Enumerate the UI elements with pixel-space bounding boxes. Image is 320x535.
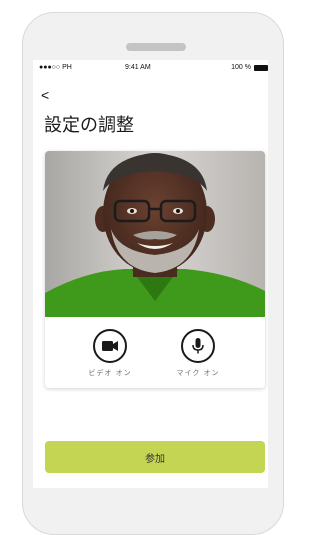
preview-card: ビデオ オン マイク オン	[45, 151, 265, 388]
mic-toggle-button[interactable]	[181, 329, 215, 363]
mic-toggle[interactable]: マイク オン	[163, 329, 233, 378]
battery-percent: 100 %	[231, 64, 251, 71]
battery-icon	[254, 64, 268, 71]
participant-video-preview	[45, 151, 265, 317]
video-toggle-label: ビデオ オン	[88, 369, 132, 377]
join-button[interactable]: 参加	[45, 441, 265, 473]
phone-speaker	[126, 43, 186, 51]
status-time: 9:41 AM	[125, 64, 151, 71]
microphone-icon	[192, 338, 204, 354]
mic-toggle-label: マイク オン	[176, 369, 220, 377]
carrier-signal: ●●●○○ PH	[39, 64, 72, 71]
video-toggle-button[interactable]	[93, 329, 127, 363]
video-camera-icon	[102, 341, 118, 351]
app-screen: ●●●○○ PH 9:41 AM 100 % < 設定の調整 ビデオ オン マイ…	[33, 60, 268, 488]
page-title: 設定の調整	[44, 115, 134, 136]
back-button[interactable]: <	[41, 88, 49, 102]
status-bar: ●●●○○ PH 9:41 AM 100 %	[33, 60, 268, 74]
video-toggle[interactable]: ビデオ オン	[75, 329, 145, 378]
battery-status: 100 %	[231, 64, 268, 71]
chevron-left-icon: <	[41, 87, 50, 103]
